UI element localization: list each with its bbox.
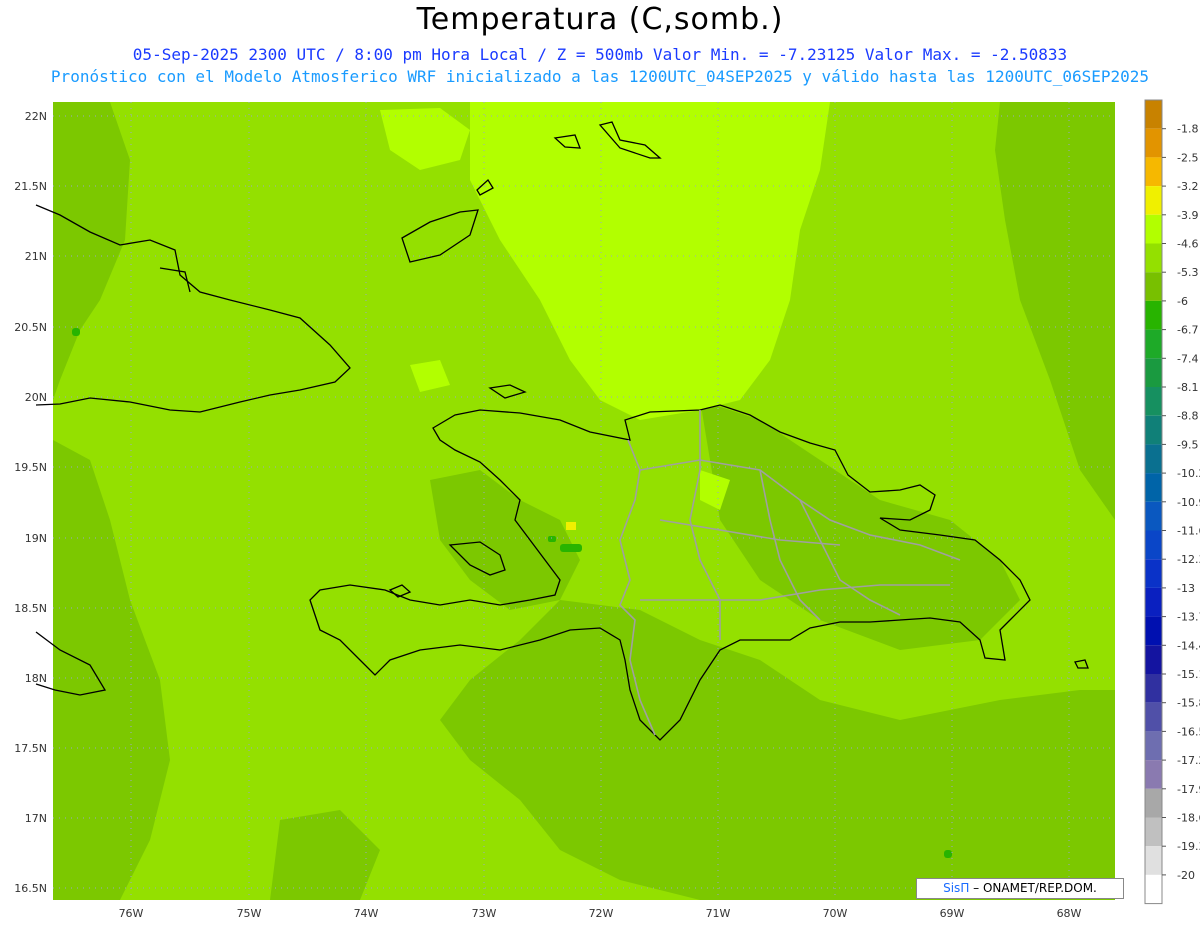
credit-box: SisΠ – ONAMET/REP.DOM.: [916, 878, 1124, 899]
colorbar-swatch: [1145, 300, 1162, 330]
colorbar-label: -4.6: [1177, 238, 1198, 251]
colorbar-swatch: [1145, 186, 1162, 215]
colorbar-label: -7.4: [1177, 352, 1198, 365]
colorbar-labels: -1.8 -2.5 -3.2 -3.9 -4.6 -5.3 -6 -6.7 -7.4 -8.1 -8…: [1162, 123, 1200, 882]
colorbar-swatch: [1145, 817, 1162, 847]
colorbar-swatch: [1145, 559, 1162, 588]
colorbar-label: -2.5: [1177, 151, 1198, 164]
colorbar-swatch: [1145, 415, 1162, 445]
latitude-labels: 22N 21.5N 21N 20.5N 20N 19.5N 19N 18.5N …: [14, 110, 47, 895]
svg-text:18N: 18N: [25, 672, 47, 685]
colorbar-swatch: [1145, 587, 1162, 617]
colorbar-swatch: [1145, 157, 1162, 187]
colorbar: [1144, 99, 1163, 905]
svg-text:69W: 69W: [940, 907, 965, 920]
svg-text:16.5N: 16.5N: [14, 882, 47, 895]
colorbar-label: -6: [1177, 295, 1188, 308]
svg-text:22N: 22N: [25, 110, 47, 123]
colorbar-swatch: [1145, 788, 1162, 818]
colorbar-label: -3.9: [1177, 209, 1198, 222]
colorbar-label: -10.2: [1177, 467, 1200, 480]
colorbar-swatch: [1145, 616, 1162, 646]
colorbar-swatch: [1145, 645, 1162, 674]
svg-text:71W: 71W: [706, 907, 731, 920]
colorbar-label: -12.3: [1177, 553, 1200, 566]
colorbar-swatch: [1145, 444, 1162, 474]
svg-text:70W: 70W: [823, 907, 848, 920]
svg-text:21N: 21N: [25, 250, 47, 263]
colorbar-label: -20: [1177, 869, 1195, 882]
colorbar-swatch: [1145, 674, 1162, 703]
colorbar-label: -16.5: [1177, 725, 1200, 738]
credit-brand: SisΠ: [943, 881, 970, 895]
svg-text:76W: 76W: [119, 907, 144, 920]
colorbar-label: -9.5: [1177, 438, 1198, 451]
svg-text:18.5N: 18.5N: [14, 602, 47, 615]
svg-text:20.5N: 20.5N: [14, 321, 47, 334]
colorbar-label: -17.9: [1177, 783, 1200, 796]
colorbar-swatch: [1145, 243, 1162, 273]
colorbar-label: -6.7: [1177, 324, 1198, 337]
colorbar-label: -15.8: [1177, 697, 1200, 710]
colorbar-label: -1.8: [1177, 123, 1198, 136]
svg-text:68W: 68W: [1057, 907, 1082, 920]
colorbar-label: -11.6: [1177, 525, 1200, 538]
colorbar-swatch: [1145, 846, 1162, 875]
svg-text:21.5N: 21.5N: [14, 180, 47, 193]
colorbar-swatch: [1145, 100, 1162, 129]
colorbar-swatch: [1145, 731, 1162, 761]
longitude-labels: 76W 75W 74W 73W 72W 71W 70W 69W 68W: [119, 907, 1082, 920]
colorbar-swatch: [1145, 358, 1162, 387]
colorbar-swatch: [1145, 128, 1162, 158]
colorbar-label: -13: [1177, 582, 1195, 595]
colorbar-swatch: [1145, 272, 1162, 301]
colorbar-swatch: [1145, 501, 1162, 531]
colorbar-label: -18.6: [1177, 812, 1200, 825]
colorbar-swatch: [1145, 214, 1162, 244]
colorbar-label: -14.4: [1177, 639, 1200, 652]
colorbar-swatch: [1145, 530, 1162, 560]
colorbar-label: -8.1: [1177, 381, 1198, 394]
svg-text:19.5N: 19.5N: [14, 461, 47, 474]
colorbar-label: -8.8: [1177, 410, 1198, 423]
colorbar-label: -17.2: [1177, 754, 1200, 767]
warm-spot: [566, 522, 576, 530]
colorbar-label: -10.9: [1177, 496, 1200, 509]
svg-text:74W: 74W: [354, 907, 379, 920]
colorbar-label: -15.1: [1177, 668, 1200, 681]
credit-text: – ONAMET/REP.DOM.: [969, 881, 1097, 895]
svg-text:72W: 72W: [589, 907, 614, 920]
svg-text:75W: 75W: [237, 907, 262, 920]
colorbar-swatch: [1145, 387, 1162, 416]
colorbar-swatch: [1145, 760, 1162, 789]
svg-text:20N: 20N: [25, 391, 47, 404]
colorbar-swatch: [1145, 329, 1162, 359]
colorbar-label: -19.3: [1177, 840, 1200, 853]
temperature-map: 22N 21.5N 21N 20.5N 20N 19.5N 19N 18.5N …: [14, 99, 1200, 920]
svg-text:17.5N: 17.5N: [14, 742, 47, 755]
colorbar-swatch: [1145, 702, 1162, 732]
colorbar-label: -13.7: [1177, 611, 1200, 624]
svg-text:17N: 17N: [25, 812, 47, 825]
svg-text:19N: 19N: [25, 532, 47, 545]
colorbar-swatch: [1145, 874, 1162, 904]
svg-text:73W: 73W: [472, 907, 497, 920]
colorbar-swatch: [1145, 473, 1162, 502]
colorbar-label: -3.2: [1177, 180, 1198, 193]
colorbar-label: -5.3: [1177, 266, 1198, 279]
